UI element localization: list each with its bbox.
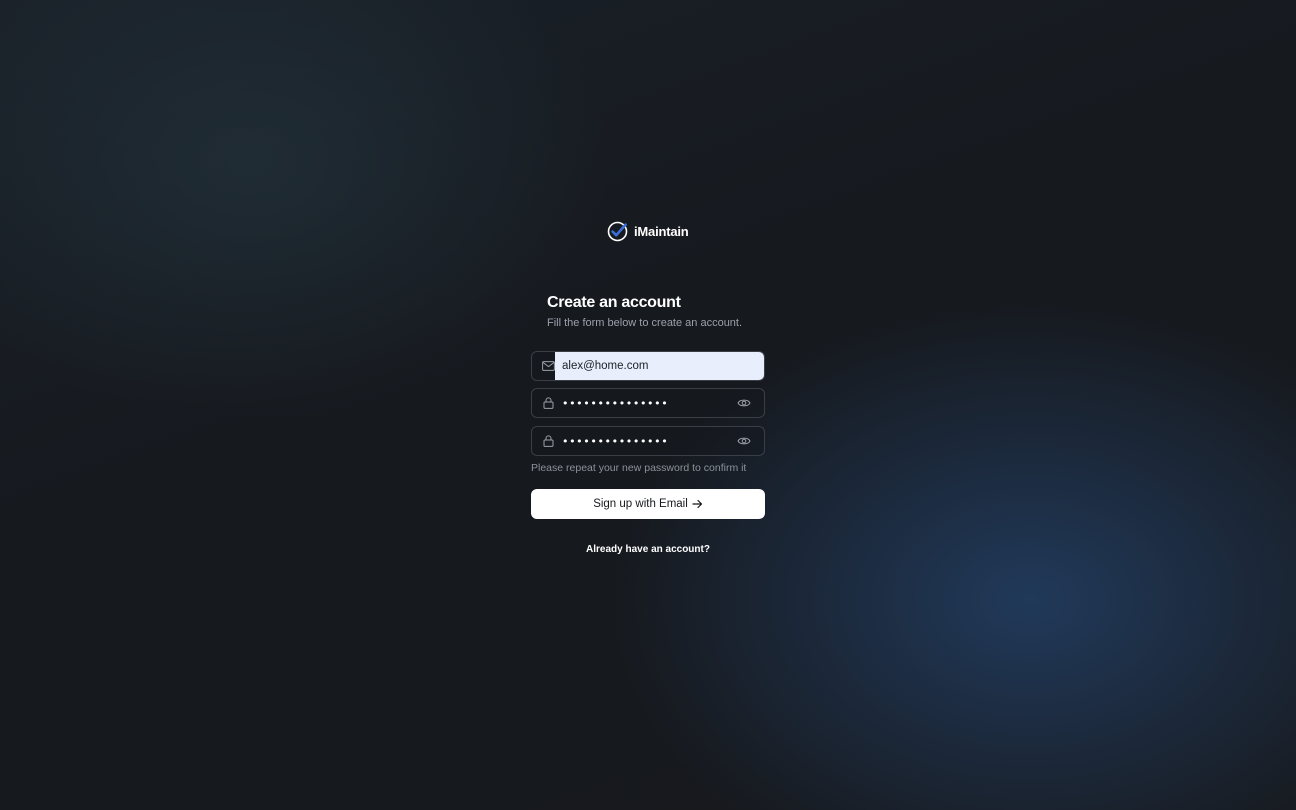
check-circle-icon (607, 221, 628, 241)
sign-up-button-label: Sign up with Email (593, 498, 688, 510)
email-input[interactable] (555, 352, 764, 380)
eye-icon[interactable] (737, 397, 751, 409)
eye-icon[interactable] (737, 435, 751, 447)
mail-icon (542, 361, 555, 371)
lock-icon (543, 397, 554, 409)
password-field (531, 388, 765, 418)
lock-icon (543, 435, 554, 447)
brand-logo: iMaintain (607, 220, 689, 242)
brand-name: iMaintain (634, 223, 689, 239)
sign-up-button[interactable]: Sign up with Email (531, 489, 765, 519)
page-title: Create an account (547, 294, 681, 311)
page-subtitle: Fill the form below to create an account… (547, 317, 743, 329)
confirm-password-hint: Please repeat your new password to confi… (531, 462, 747, 474)
password-input[interactable] (555, 389, 725, 417)
arrow-right-icon (692, 499, 702, 509)
sign-in-link[interactable]: Already have an account? (531, 544, 765, 555)
email-field (531, 351, 765, 381)
confirm-password-input[interactable] (555, 427, 725, 455)
confirm-password-field (531, 426, 765, 456)
